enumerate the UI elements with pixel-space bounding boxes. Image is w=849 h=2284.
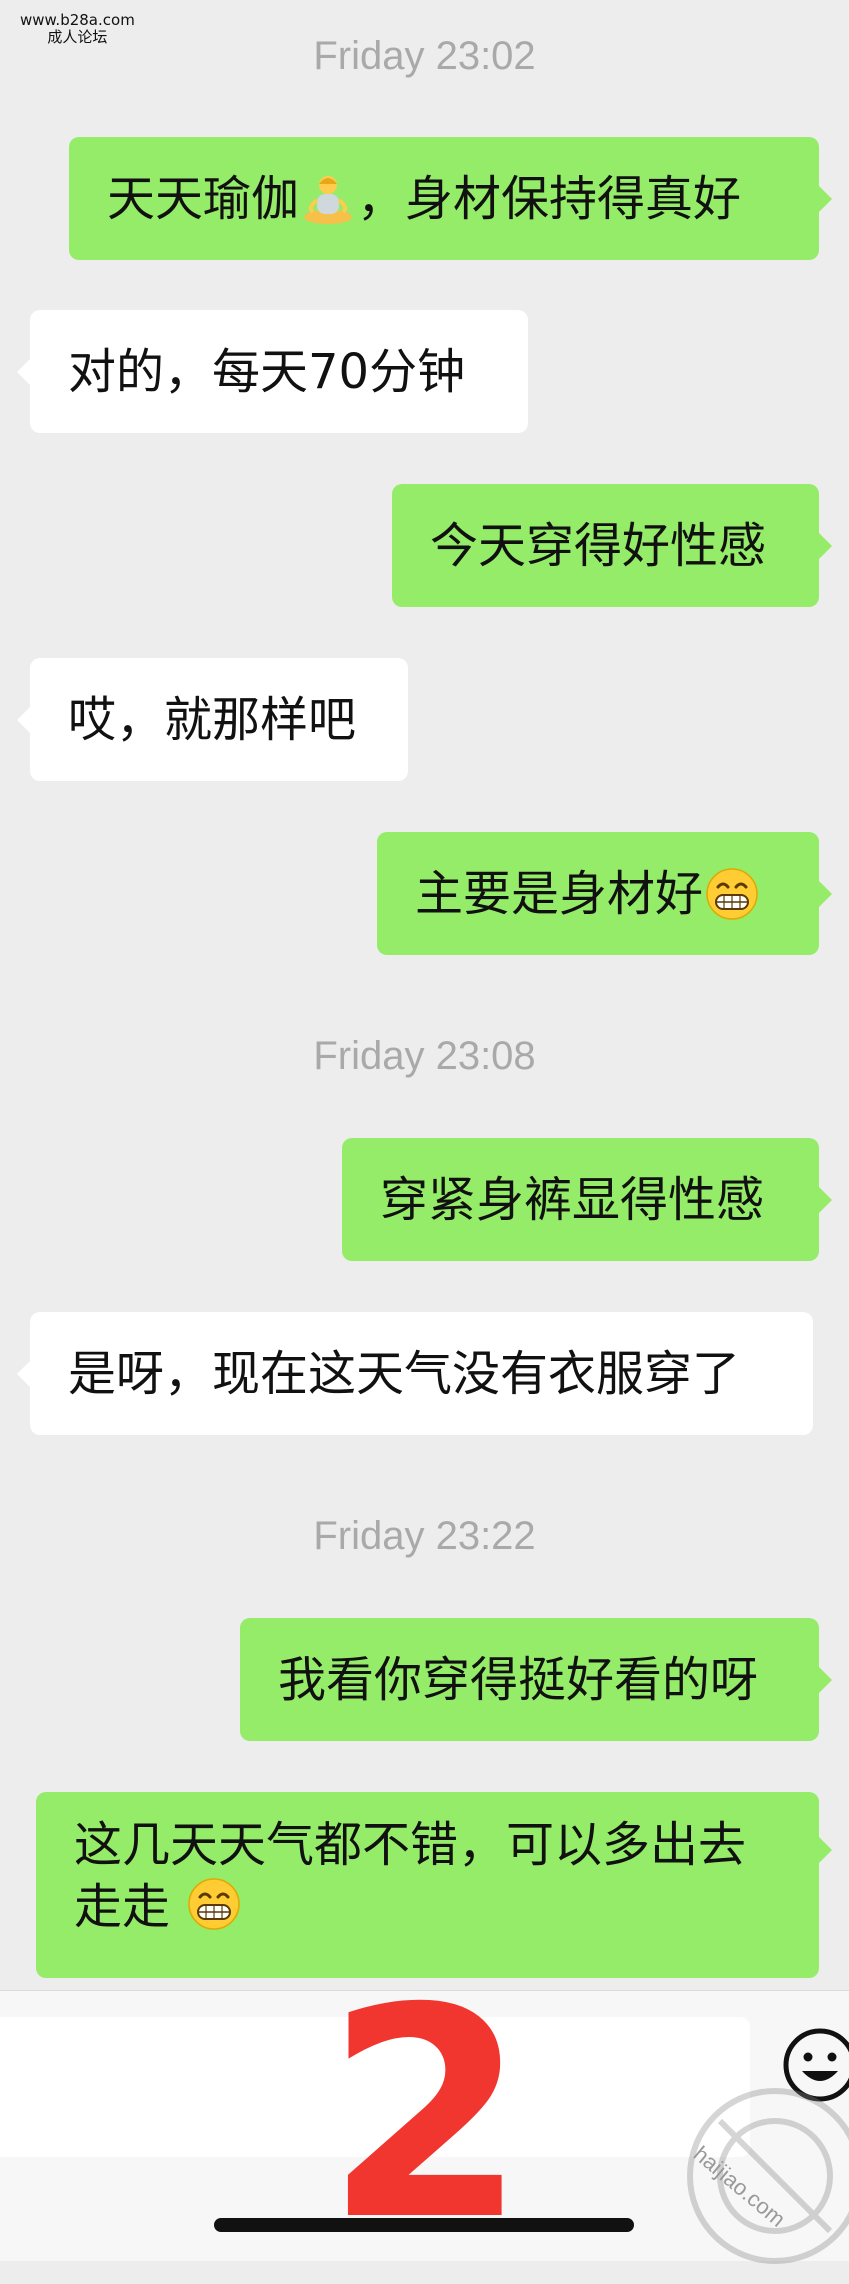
- overlay-number: 2: [325, 1947, 527, 2284]
- message-bubble-outgoing[interactable]: 主要是身材好: [377, 832, 832, 955]
- chat-input-bar: 2 haijiao.com: [0, 1947, 849, 2284]
- grinning-face-emoji: [187, 1877, 241, 1931]
- chat-timestamp: Friday 23:02: [313, 34, 536, 78]
- message-text: 是呀，现在这天气没有衣服穿了: [68, 1345, 741, 1402]
- message-text: 天天瑜伽: [107, 170, 300, 227]
- home-indicator[interactable]: [214, 2218, 634, 2232]
- message-text: 我看你穿得挺好看的呀: [278, 1651, 759, 1708]
- chat-timestamp: Friday 23:08: [313, 1034, 536, 1078]
- message-text: 哎，就那样吧: [68, 691, 357, 748]
- person-in-lotus-position-emoji: [301, 172, 355, 226]
- message-bubble-outgoing[interactable]: 天天瑜伽 ，身材保持得真好: [69, 137, 832, 260]
- message-bubble-outgoing[interactable]: 我看你穿得挺好看的呀: [240, 1618, 832, 1741]
- message-bubble-incoming[interactable]: 对的，每天70分钟: [17, 310, 528, 433]
- chat-timestamp: Friday 23:22: [313, 1514, 536, 1558]
- message-text: 今天穿得好性感: [430, 517, 767, 574]
- message-text: 穿紧身裤显得性感: [380, 1171, 765, 1228]
- chat-history[interactable]: Friday 23:02 天天瑜伽 ，身材保持得真好 对的，每天70分钟 今天穿…: [0, 0, 849, 1990]
- message-text: 对的，每天70分钟: [68, 343, 466, 400]
- message-bubble-incoming[interactable]: 哎，就那样吧: [17, 658, 408, 781]
- grinning-face-emoji: [705, 867, 759, 921]
- message-bubble-outgoing[interactable]: 今天穿得好性感: [392, 484, 832, 607]
- message-bubble-incoming[interactable]: 是呀，现在这天气没有衣服穿了: [17, 1312, 813, 1435]
- message-text: ，身材保持得真好: [357, 170, 742, 227]
- message-bubble-outgoing[interactable]: 穿紧身裤显得性感: [342, 1138, 832, 1261]
- message-text-line-1: 这几天天气都不错，可以多出去: [74, 1817, 747, 1873]
- message-text-line-2: 走走: [74, 1879, 171, 1935]
- message-text: 主要是身材好: [415, 865, 704, 922]
